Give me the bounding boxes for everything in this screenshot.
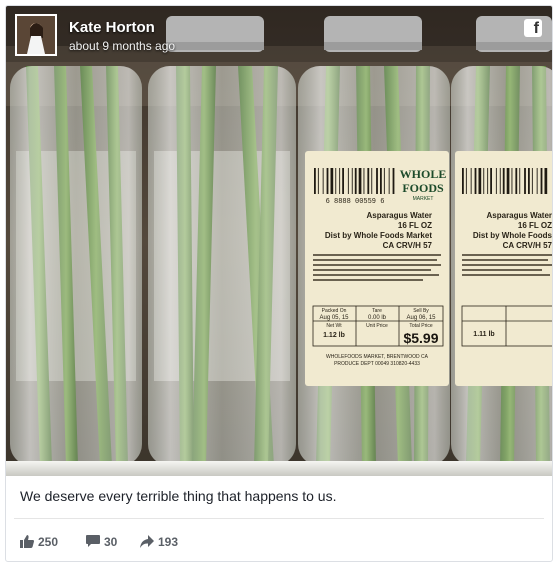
product-name: Asparagus Water bbox=[367, 211, 433, 220]
product-store-code: CA CRV/H 57 bbox=[383, 241, 433, 250]
net-wt-value: 1.12 lb bbox=[323, 332, 345, 339]
bottle-4: Asparagus Water 16 FL OZ Dist by Whole F… bbox=[451, 16, 552, 466]
shelf-edge bbox=[6, 461, 552, 476]
sell-by-date: Aug 06, 15 bbox=[406, 315, 436, 321]
share-button[interactable]: 193 bbox=[140, 534, 178, 550]
product-volume: 16 FL OZ bbox=[398, 221, 432, 230]
author-name[interactable]: Kate Horton bbox=[69, 19, 155, 36]
total-price-label: Total Price bbox=[409, 323, 433, 329]
tare-label: Tare bbox=[372, 308, 382, 314]
label-footer-1: WHOLEFOODS MARKET, BRENTWOOD CA bbox=[326, 354, 429, 360]
comment-count: 30 bbox=[104, 535, 118, 549]
brand-line-2: FOODS bbox=[402, 181, 444, 195]
asparagus-water-photo: 6 8888 00559 6 WHOLE FOODS MARKET Aspara… bbox=[6, 6, 552, 476]
right-product-volume: 16 FL OZ bbox=[518, 221, 552, 230]
thumbs-up-icon bbox=[20, 535, 34, 548]
right-product-name: Asparagus Water bbox=[487, 211, 553, 220]
share-arrow-icon bbox=[140, 535, 154, 548]
comment-icon bbox=[86, 535, 100, 547]
sell-by-label: Sell By bbox=[413, 308, 429, 314]
right-product-store-code: CA CRV/H 57 bbox=[503, 241, 552, 250]
post-photo[interactable]: 6 8888 00559 6 WHOLE FOODS MARKET Aspara… bbox=[6, 6, 552, 476]
like-button[interactable]: 250 bbox=[20, 534, 58, 550]
post-timestamp[interactable]: about 9 months ago bbox=[69, 39, 175, 53]
comment-button[interactable]: 30 bbox=[86, 534, 117, 550]
brand-line-3: MARKET bbox=[413, 196, 434, 202]
bottle-3: 6 8888 00559 6 WHOLE FOODS MARKET Aspara… bbox=[298, 16, 450, 466]
unit-price-label: Unit Price bbox=[366, 323, 388, 329]
barcode bbox=[312, 166, 398, 196]
post-header: Kate Horton about 9 months ago f bbox=[15, 14, 542, 60]
barcode-number: 6 8888 00559 6 bbox=[326, 198, 385, 206]
share-count: 193 bbox=[158, 535, 179, 549]
brand-line-1: WHOLE bbox=[400, 167, 447, 181]
divider bbox=[14, 518, 544, 519]
bottle-1 bbox=[10, 66, 142, 466]
facebook-icon[interactable]: f bbox=[524, 19, 542, 37]
social-post-card: 6 8888 00559 6 WHOLE FOODS MARKET Aspara… bbox=[5, 5, 553, 562]
packed-label: Packed On bbox=[322, 308, 347, 314]
like-count: 250 bbox=[38, 535, 59, 549]
label-footer-2: PRODUCE DEPT 00049 310820-4433 bbox=[334, 361, 420, 367]
bottle-2 bbox=[148, 16, 296, 466]
post-caption: We deserve every terrible thing that hap… bbox=[20, 488, 337, 504]
right-product-distributor: Dist by Whole Foods bbox=[473, 231, 552, 240]
price-value: $5.99 bbox=[403, 330, 438, 346]
packed-date: Aug 05, 15 bbox=[319, 315, 349, 321]
tare-value: 0.00 lb bbox=[368, 315, 387, 321]
right-net-wt-value: 1.11 lb bbox=[473, 331, 494, 338]
author-avatar[interactable] bbox=[15, 14, 57, 56]
product-distributor: Dist by Whole Foods Market bbox=[325, 231, 432, 240]
net-wt-label: Net Wt bbox=[326, 323, 342, 329]
